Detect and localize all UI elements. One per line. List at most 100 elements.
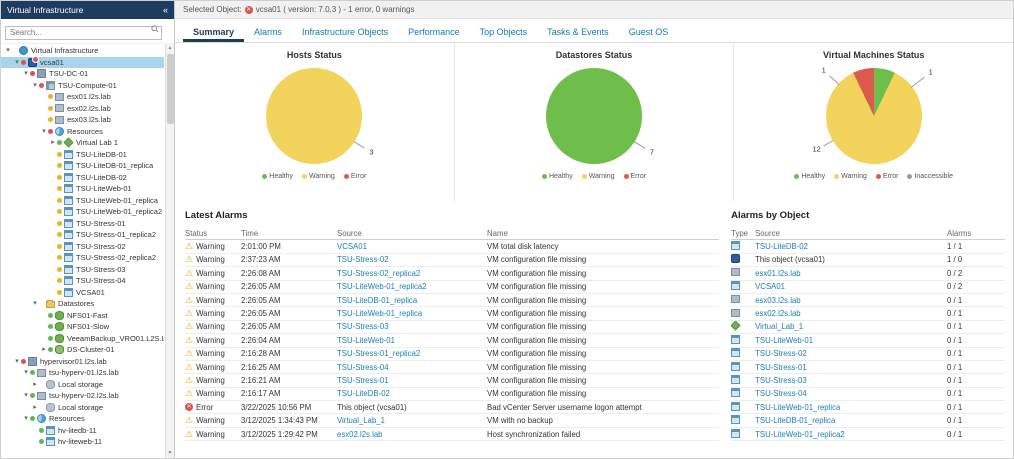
alarm-source-link[interactable]: TSU-Stress-01_replica2 bbox=[337, 349, 487, 358]
chevron-down-icon[interactable]: ▾ bbox=[22, 70, 30, 77]
scrollbar-thumb[interactable] bbox=[166, 54, 174, 124]
table-row[interactable]: TSU-Stress-02 0 / 1 bbox=[731, 348, 1005, 361]
tree-item-tsu-compute-01[interactable]: ▾ TSU-Compute-01 bbox=[1, 80, 164, 92]
chevron-right-icon[interactable]: ▸ bbox=[31, 381, 39, 388]
table-row[interactable]: ⚠ Warning 3/12/2025 1:34:43 PM Virtual_Lab_… bbox=[185, 414, 720, 428]
chevron-down-icon[interactable]: ▾ bbox=[13, 358, 21, 365]
tree-item-tsu-stress-02-replica2[interactable]: TSU-Stress-02_replica2 bbox=[1, 252, 164, 264]
alarm-source-link[interactable]: TSU-Stress-02 bbox=[337, 255, 487, 264]
chevron-down-icon[interactable]: ▾ bbox=[22, 392, 30, 399]
table-row[interactable]: ⚠ Warning 2:26:04 AM TSU-LiteWeb-01 VM confi… bbox=[185, 334, 720, 348]
table-row[interactable]: ⚠ Warning 2:37:23 AM TSU-Stress-02 VM config… bbox=[185, 254, 720, 268]
object-source-link[interactable]: TSU-LiteDB-02 bbox=[755, 242, 947, 251]
object-source-link[interactable]: TSU-LiteWeb-01_replica2 bbox=[755, 430, 947, 439]
tree-item-nfs01-fast[interactable]: NFS01-Fast bbox=[1, 310, 164, 322]
tree-item-resources[interactable]: ▾ Resources bbox=[1, 413, 164, 425]
table-row[interactable]: TSU-Stress-03 0 / 1 bbox=[731, 374, 1005, 388]
table-row[interactable]: ⚠ Warning 2:16:17 AM TSU-LiteDB-02 VM config… bbox=[185, 388, 720, 402]
alarm-source-link[interactable]: TSU-Stress-02_replica2 bbox=[337, 269, 487, 278]
tree-item-virtual-infrastructure[interactable]: ▾ Virtual Infrastructure bbox=[1, 45, 164, 57]
object-source-link[interactable]: VCSA01 bbox=[755, 282, 947, 291]
object-source-link[interactable]: TSU-Stress-01 bbox=[755, 363, 947, 372]
table-row[interactable]: ⚠ Warning 2:26:08 AM TSU-Stress-02_replica2… bbox=[185, 267, 720, 281]
tab-performance[interactable]: Performance bbox=[398, 23, 470, 42]
tab-tasks-events[interactable]: Tasks & Events bbox=[537, 23, 619, 42]
column-header-status[interactable]: Status bbox=[185, 229, 241, 238]
tab-infrastructure-objects[interactable]: Infrastructure Objects bbox=[292, 23, 398, 42]
table-row[interactable]: This object (vcsa01) 1 / 0 bbox=[731, 254, 1005, 268]
alarm-source-link[interactable]: Virtual_Lab_1 bbox=[337, 416, 487, 425]
tree-item-nfs01-slow[interactable]: NFS01-Slow bbox=[1, 321, 164, 333]
table-row[interactable]: ⚠ Warning 2:16:21 AM TSU-Stress-01 VM config… bbox=[185, 374, 720, 388]
table-row[interactable]: ⚠ Warning 2:26:05 AM TSU-LiteWeb-01_replica… bbox=[185, 307, 720, 321]
table-row[interactable]: ✕ Error 3/22/2025 10:56 PM This object (vcs… bbox=[185, 401, 720, 415]
table-row[interactable]: esx02.l2s.lab 0 / 1 bbox=[731, 307, 1005, 321]
collapse-panel-icon[interactable]: « bbox=[163, 5, 168, 15]
search-input[interactable] bbox=[5, 25, 162, 40]
alarm-source-link[interactable]: VCSA01 bbox=[337, 242, 487, 251]
chevron-right-icon[interactable]: ▸ bbox=[31, 404, 39, 411]
tab-summary[interactable]: Summary bbox=[183, 23, 245, 42]
object-source-link[interactable]: TSU-Stress-04 bbox=[755, 389, 947, 398]
tree-item-tsu-liteweb-01[interactable]: TSU-LiteWeb-01 bbox=[1, 183, 164, 195]
tree-item-tsu-litedb-01-replica[interactable]: TSU-LiteDB-01_replica bbox=[1, 160, 164, 172]
object-source-link[interactable]: Virtual_Lab_1 bbox=[755, 322, 947, 331]
tree-item-tsu-stress-01-replica2[interactable]: TSU-Stress-01_replica2 bbox=[1, 229, 164, 241]
tree-item-veeambackup-vro01-l2s-lab[interactable]: VeeamBackup_VRO01.L2S.LAB bbox=[1, 333, 164, 345]
chevron-down-icon[interactable]: ▾ bbox=[31, 300, 39, 307]
column-header-alarms[interactable]: Alarms bbox=[947, 229, 1005, 238]
column-header-name[interactable]: Name bbox=[487, 229, 719, 238]
tree-item-esx01-l2s-lab[interactable]: esx01.l2s.lab bbox=[1, 91, 164, 103]
table-row[interactable]: VCSA01 0 / 2 bbox=[731, 281, 1005, 294]
tree-item-virtual-lab-1[interactable]: ▸ Virtual Lab 1 bbox=[1, 137, 164, 149]
table-row[interactable]: ⚠ Warning 2:26:05 AM TSU-LiteDB-01_replica V… bbox=[185, 294, 720, 308]
column-header-source[interactable]: Source bbox=[755, 229, 947, 238]
table-row[interactable]: TSU-Stress-01 0 / 1 bbox=[731, 361, 1005, 375]
table-row[interactable]: Virtual_Lab_1 0 / 1 bbox=[731, 321, 1005, 335]
chevron-right-icon[interactable]: ▸ bbox=[40, 346, 48, 353]
chevron-down-icon[interactable]: ▾ bbox=[22, 415, 30, 422]
tree-item-tsu-liteweb-01-replica2[interactable]: TSU-LiteWeb-01_replica2 bbox=[1, 206, 164, 218]
table-row[interactable]: TSU-LiteWeb-01_replica 0 / 1 bbox=[731, 401, 1005, 415]
sidebar-scrollbar[interactable]: ▲ ▼ bbox=[165, 44, 174, 458]
tree-item-tsu-stress-03[interactable]: TSU-Stress-03 bbox=[1, 264, 164, 276]
object-source-link[interactable]: TSU-Stress-03 bbox=[755, 376, 947, 385]
table-row[interactable]: ⚠ Warning 2:01:00 PM VCSA01 VM total disk la… bbox=[185, 240, 720, 254]
object-source-link[interactable]: TSU-LiteWeb-01 bbox=[755, 336, 947, 345]
tree-item-hv-litedb-11[interactable]: hv-litedb-11 bbox=[1, 425, 164, 437]
table-row[interactable]: TSU-Stress-04 0 / 1 bbox=[731, 388, 1005, 402]
object-source-link[interactable]: esx01.l2s.lab bbox=[755, 269, 947, 278]
tree-item-tsu-dc-01[interactable]: ▾ TSU-DC-01 bbox=[1, 68, 164, 80]
table-row[interactable]: ⚠ Warning 2:26:05 AM TSU-Stress-03 VM config… bbox=[185, 321, 720, 335]
tree-item-local-storage[interactable]: ▸ Local storage bbox=[1, 402, 164, 414]
alarm-source-link[interactable]: esx02.l2s.lab bbox=[337, 430, 487, 439]
tree-item-esx02-l2s-lab[interactable]: esx02.l2s.lab bbox=[1, 103, 164, 115]
object-source-link[interactable]: TSU-Stress-02 bbox=[755, 349, 947, 358]
tree-item-hv-liteweb-11[interactable]: hv-liteweb-11 bbox=[1, 436, 164, 448]
tree-item-local-storage[interactable]: ▸ Local storage bbox=[1, 379, 164, 391]
chevron-down-icon[interactable]: ▾ bbox=[31, 82, 39, 89]
chevron-down-icon[interactable]: ▾ bbox=[40, 128, 48, 135]
alarm-source-link[interactable]: TSU-LiteDB-01_replica bbox=[337, 296, 487, 305]
scroll-up-icon[interactable]: ▲ bbox=[168, 44, 173, 53]
tree-item-tsu-stress-04[interactable]: TSU-Stress-04 bbox=[1, 275, 164, 287]
table-row[interactable]: esx03.l2s.lab 0 / 1 bbox=[731, 294, 1005, 308]
tree-item-tsu-litedb-02[interactable]: TSU-LiteDB-02 bbox=[1, 172, 164, 184]
chevron-right-icon[interactable]: ▸ bbox=[49, 139, 57, 146]
tree-item-resources[interactable]: ▾ Resources bbox=[1, 126, 164, 138]
tree-item-tsu-stress-01[interactable]: TSU-Stress-01 bbox=[1, 218, 164, 230]
object-source-link[interactable]: TSU-LiteDB-01_replica bbox=[755, 416, 947, 425]
tree-item-vcsa01[interactable]: VCSA01 bbox=[1, 287, 164, 299]
tree-item-ds-cluster-01[interactable]: ▸ DS-Cluster-01 bbox=[1, 344, 164, 356]
table-row[interactable]: TSU-LiteWeb-01_replica2 0 / 1 bbox=[731, 428, 1005, 442]
tree-item-tsu-hyperv-02-l2s-lab[interactable]: ▾ tsu-hyperv-02.l2s.lab bbox=[1, 390, 164, 402]
alarm-source-link[interactable]: TSU-Stress-01 bbox=[337, 376, 487, 385]
alarm-source-link[interactable]: TSU-LiteWeb-01_replica2 bbox=[337, 282, 487, 291]
tree-item-tsu-hyperv-01-l2s-lab[interactable]: ▾ tsu-hyperv-01.l2s.lab bbox=[1, 367, 164, 379]
column-header-time[interactable]: Time bbox=[241, 229, 337, 238]
column-header-source[interactable]: Source bbox=[337, 229, 487, 238]
tree-item-tsu-liteweb-01-replica[interactable]: TSU-LiteWeb-01_replica bbox=[1, 195, 164, 207]
alarm-source-link[interactable]: TSU-LiteDB-02 bbox=[337, 389, 487, 398]
column-header-type[interactable]: Type bbox=[731, 229, 755, 238]
tab-alarms[interactable]: Alarms bbox=[244, 23, 292, 42]
